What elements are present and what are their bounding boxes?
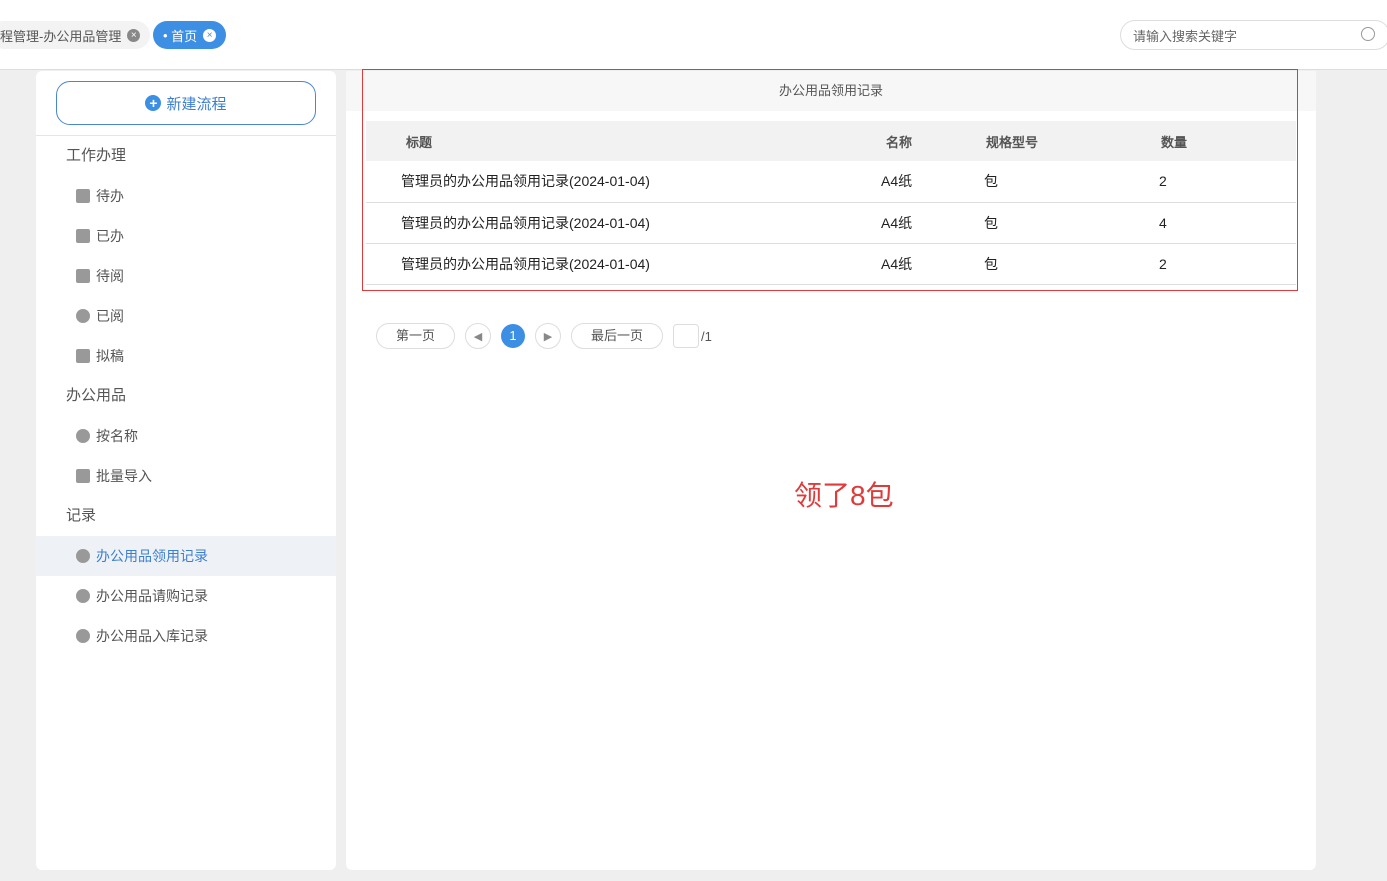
label: 办公用品领用记录 [96,548,208,564]
label: 办公用品入库记录 [96,628,208,644]
list-icon [76,549,90,563]
eye-icon [76,309,90,323]
page-jump-input[interactable] [673,324,700,348]
cell-spec: 包 [966,243,1141,285]
first-page-button[interactable]: 第一页 [376,323,456,349]
group-records[interactable]: 记录 [36,496,336,536]
sidebar-item-usage-records[interactable]: 办公用品领用记录 [36,536,336,576]
cell-spec: 包 [966,202,1141,244]
sidebar-item-draft[interactable]: 拟稿 [36,336,336,376]
cell-spec: 包 [966,161,1141,203]
sidebar-item-todo[interactable]: 待办 [36,176,336,216]
plus-icon: + [145,95,162,111]
sidebar-item-to-read[interactable]: 待阅 [36,256,336,296]
sidebar-item-stock-records[interactable]: 办公用品入库记录 [36,616,336,656]
next-page-button[interactable]: ▶ [535,323,562,349]
label: 待办 [96,188,124,204]
col-qty: 数量 [1141,121,1296,161]
label: 按名称 [96,428,138,444]
import-icon [76,469,90,483]
current-page[interactable]: 1 [501,324,526,348]
list-icon [76,629,90,643]
list-icon [76,589,90,603]
label: 已阅 [96,308,124,324]
dot-icon: • [163,27,172,43]
total-pages: /1 [701,328,712,344]
col-name: 名称 [846,121,966,161]
cell-name: A4纸 [846,161,966,203]
table-row[interactable]: 管理员的办公用品领用记录(2024-01-04) A4纸包 2 [366,243,1296,285]
caret-right-icon: ▶ [543,330,553,343]
cell-title[interactable]: 管理员的办公用品领用记录(2024-01-04) [366,202,846,244]
cell-qty: 2 [1141,243,1296,285]
new-process-button[interactable]: + 新建流程 [56,81,316,125]
check-icon [76,229,90,243]
last-page-button[interactable]: 最后一页 [571,323,664,349]
caret-left-icon: ◀ [473,330,483,343]
prev-page-button[interactable]: ◀ [465,323,492,349]
sidebar-item-batch-import[interactable]: 批量导入 [36,456,336,496]
close-icon[interactable]: × [203,28,217,42]
cell-name: A4纸 [846,243,966,285]
cell-name: A4纸 [846,202,966,244]
sidebar-item-purchase-records[interactable]: 办公用品请购记录 [36,576,336,616]
annotation-text: 领了8包 [794,480,894,511]
cell-title[interactable]: 管理员的办公用品领用记录(2024-01-04) [366,161,846,203]
sidebar-item-by-name[interactable]: 按名称 [36,416,336,456]
col-title: 标题 [366,121,846,161]
search-input[interactable]: 请输入搜索关键字 [1120,20,1387,50]
new-process-label: 新建流程 [166,95,227,113]
records-table: 标题 名称 规格型号 数量 管理员的办公用品领用记录(2024-01-04) A4… [366,121,1296,285]
sidebar-menu: 工作办理 待办 已办 待阅 已阅 拟稿 办公用品 按名称 批量导入 记录 办公用… [36,136,336,656]
label: 已办 [96,228,124,244]
cell-qty: 2 [1141,161,1296,203]
tab-label: 首页 [171,28,198,44]
list-icon [76,429,90,443]
label: 批量导入 [96,468,152,484]
cell-title[interactable]: 管理员的办公用品领用记录(2024-01-04) [366,243,846,285]
search-placeholder: 请输入搜索关键字 [1133,28,1238,44]
search-icon[interactable] [1361,27,1375,41]
todo-icon [76,189,90,203]
col-spec: 规格型号 [966,121,1141,161]
clock-doc-icon [76,269,90,283]
tab-home[interactable]: • 首页 × [153,21,227,49]
close-icon[interactable]: × [127,28,141,42]
pagination: 第一页 ◀ 1 ▶ 最后一页 /1 [376,323,712,349]
label: 办公用品请购记录 [96,588,208,604]
cell-qty: 4 [1141,202,1296,244]
label: 拟稿 [96,348,124,364]
table-row[interactable]: 管理员的办公用品领用记录(2024-01-04) A4纸包 2 [366,161,1296,203]
table-header: 标题 名称 规格型号 数量 [366,121,1296,161]
sidebar-item-done[interactable]: 已办 [36,216,336,256]
sidebar-item-read[interactable]: 已阅 [36,296,336,336]
tab-label: 程管理-办公用品管理 [0,28,122,44]
top-bar: 程管理-办公用品管理 × • 首页 × 请输入搜索关键字 [0,0,1387,70]
tab-office-supplies[interactable]: 程管理-办公用品管理 × [0,21,151,49]
edit-icon [76,349,90,363]
group-work[interactable]: 工作办理 [36,136,336,176]
sidebar: + 新建流程 工作办理 待办 已办 待阅 已阅 拟稿 办公用品 按名称 批量导入 … [36,71,336,870]
table-row[interactable]: 管理员的办公用品领用记录(2024-01-04) A4纸包 4 [366,202,1296,244]
label: 待阅 [96,268,124,284]
group-office-supplies[interactable]: 办公用品 [36,376,336,416]
